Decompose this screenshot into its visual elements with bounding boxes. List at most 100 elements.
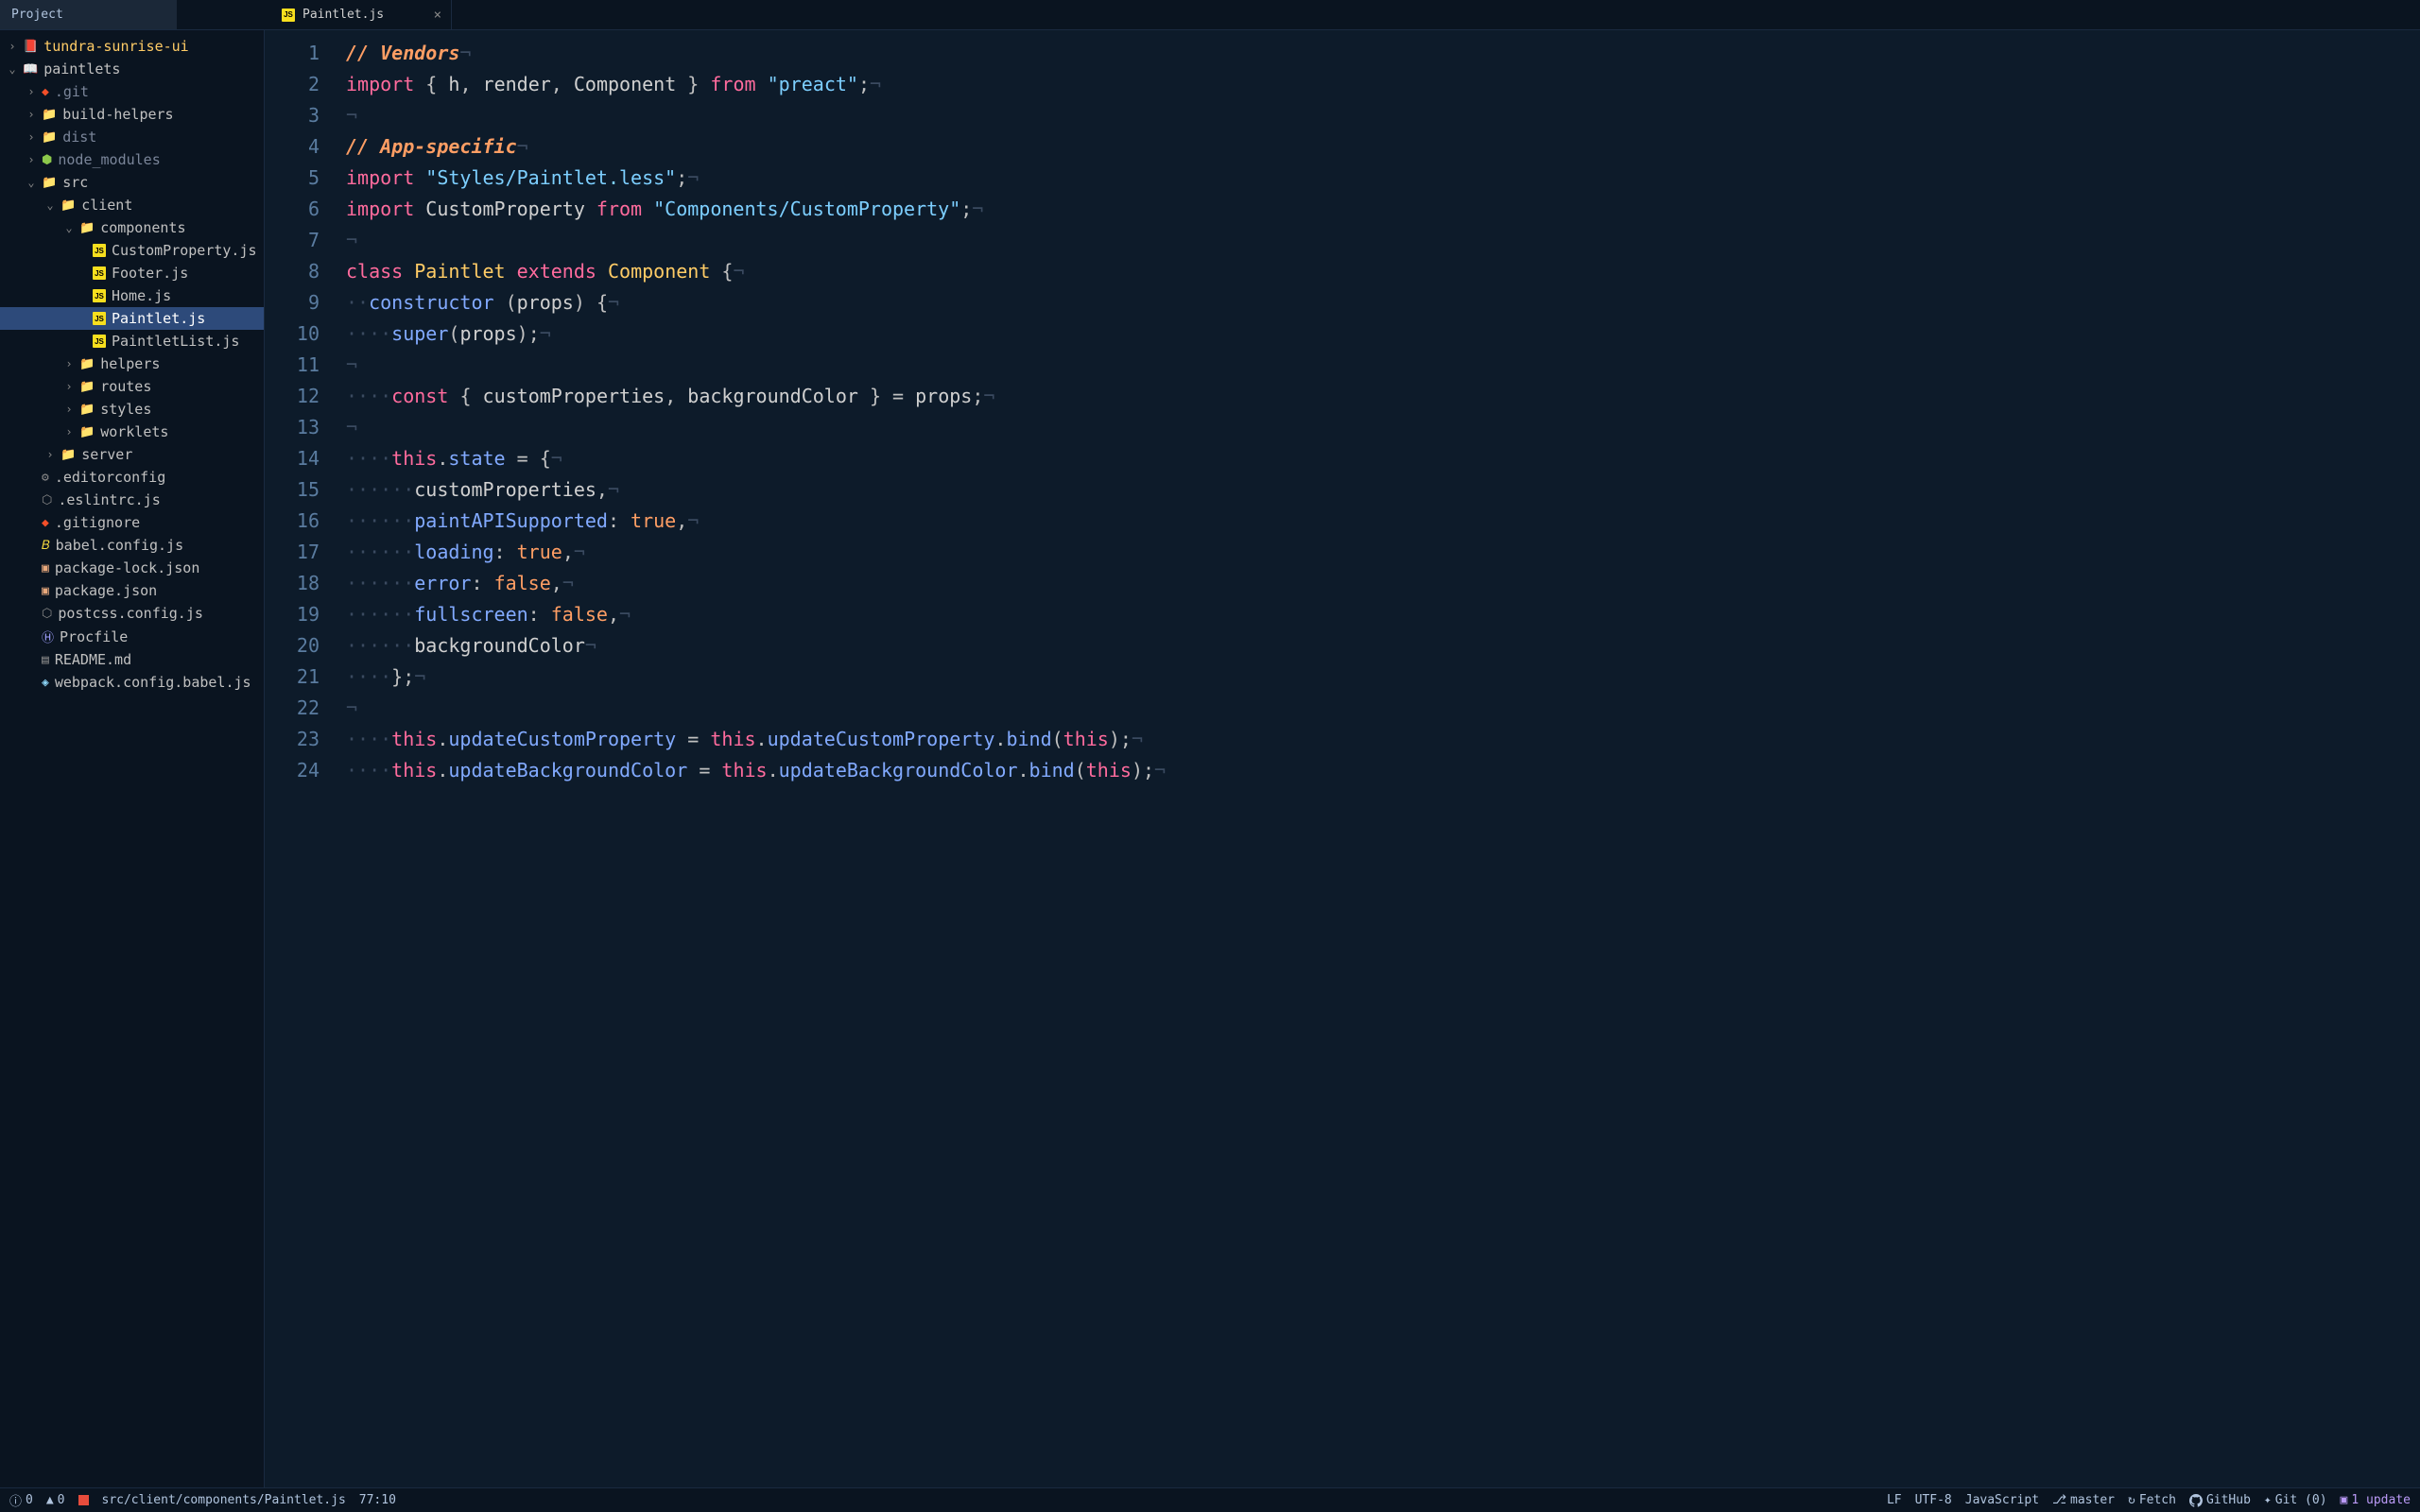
code-line[interactable]: ····this.state = {¬ [346, 443, 2420, 474]
line-number: 3 [265, 100, 320, 131]
file-tab-paintlet[interactable]: JS Paintlet.js × [272, 0, 452, 29]
code-line[interactable]: ······paintAPISupported: true,¬ [346, 506, 2420, 537]
warning-count: 0 [58, 1493, 65, 1507]
line-number: 16 [265, 506, 320, 537]
line-number: 9 [265, 287, 320, 318]
tree-file-postcss[interactable]: ⬡ postcss.config.js [0, 602, 264, 625]
tree-file-gitignore[interactable]: ◆ .gitignore [0, 511, 264, 534]
tree-file-home[interactable]: JS Home.js [0, 284, 264, 307]
tree-label: PaintletList.js [112, 333, 239, 350]
folder-icon: 📁 [60, 448, 76, 462]
code-editor[interactable]: 123456789101112131415161718192021222324 … [265, 30, 2420, 1487]
tree-file-footer[interactable]: JS Footer.js [0, 262, 264, 284]
line-number: 1 [265, 38, 320, 69]
tree-label: client [81, 197, 132, 214]
tree-label: .gitignore [55, 514, 140, 531]
code-line[interactable]: ······backgroundColor¬ [346, 630, 2420, 662]
tree-file-paintlet[interactable]: JS Paintlet.js [0, 307, 264, 330]
tree-folder-components[interactable]: ⌄ 📁 components [0, 216, 264, 239]
code-line[interactable]: ····super(props);¬ [346, 318, 2420, 350]
code-line[interactable]: ¬ [346, 350, 2420, 381]
code-line[interactable]: ····};¬ [346, 662, 2420, 693]
code-line[interactable]: ····this.updateBackgroundColor = this.up… [346, 755, 2420, 786]
code-line[interactable]: ¬ [346, 100, 2420, 131]
tree-file-readme[interactable]: ▤ README.md [0, 648, 264, 671]
tree-folder-worklets[interactable]: › 📁 worklets [0, 421, 264, 443]
tree-label: components [100, 219, 185, 236]
code-line[interactable]: import { h, render, Component } from "pr… [346, 69, 2420, 100]
code-line[interactable]: ····const { customProperties, background… [346, 381, 2420, 412]
line-number: 11 [265, 350, 320, 381]
status-warnings[interactable]: ▲ 0 [46, 1493, 65, 1507]
tree-root-paintlets[interactable]: ⌄ 📖 paintlets [0, 58, 264, 80]
tree-label: node_modules [58, 151, 160, 168]
tree-file-paintletlist[interactable]: JS PaintletList.js [0, 330, 264, 352]
code-line[interactable]: ······customProperties,¬ [346, 474, 2420, 506]
line-number: 2 [265, 69, 320, 100]
tree-file-editorconfig[interactable]: ⚙ .editorconfig [0, 466, 264, 489]
tree-file-babel-config[interactable]: 𝐵 babel.config.js [0, 534, 264, 557]
code-line[interactable]: // App-specific¬ [346, 131, 2420, 163]
code-line[interactable]: ······loading: true,¬ [346, 537, 2420, 568]
code-content[interactable]: // Vendors¬import { h, render, Component… [338, 30, 2420, 1487]
status-line-ending[interactable]: LF [1887, 1493, 1902, 1507]
tree-folder-node-modules[interactable]: › ⬢ node_modules [0, 148, 264, 171]
tree-label: tundra-sunrise-ui [43, 38, 189, 55]
tree-root-tundra[interactable]: › 📕 tundra-sunrise-ui [0, 35, 264, 58]
tree-folder-dist[interactable]: › 📁 dist [0, 126, 264, 148]
status-errors[interactable]: ⓘ 0 [9, 1491, 33, 1509]
status-cursor[interactable]: 77:10 [359, 1493, 396, 1507]
code-line[interactable]: import CustomProperty from "Components/C… [346, 194, 2420, 225]
status-fetch[interactable]: ↻ Fetch [2128, 1493, 2176, 1507]
chevron-right-icon: › [26, 85, 36, 98]
code-line[interactable]: ······error: false,¬ [346, 568, 2420, 599]
status-branch[interactable]: ⎇ master [2052, 1493, 2115, 1507]
tree-folder-client[interactable]: ⌄ 📁 client [0, 194, 264, 216]
tree-label: postcss.config.js [58, 605, 203, 622]
folder-icon: 📁 [79, 380, 95, 394]
line-number: 4 [265, 131, 320, 163]
code-line[interactable]: ¬ [346, 225, 2420, 256]
js-icon: JS [93, 289, 106, 302]
linter-indicator-icon[interactable] [78, 1495, 89, 1505]
tree-folder-helpers[interactable]: › 📁 helpers [0, 352, 264, 375]
code-line[interactable]: // Vendors¬ [346, 38, 2420, 69]
code-line[interactable]: ··constructor (props) {¬ [346, 287, 2420, 318]
tree-file-package-json[interactable]: ▣ package.json [0, 579, 264, 602]
status-filepath[interactable]: src/client/components/Paintlet.js [102, 1493, 346, 1507]
tree-label: .eslintrc.js [58, 491, 160, 508]
tree-folder-routes[interactable]: › 📁 routes [0, 375, 264, 398]
status-bar: ⓘ 0 ▲ 0 src/client/components/Paintlet.j… [0, 1487, 2420, 1512]
code-line[interactable]: class Paintlet extends Component {¬ [346, 256, 2420, 287]
folder-icon: 📁 [79, 425, 95, 439]
tree-folder-src[interactable]: ⌄ 📁 src [0, 171, 264, 194]
status-updates[interactable]: ▣ 1 update [2341, 1493, 2411, 1507]
tree-label: package-lock.json [55, 559, 200, 576]
status-github[interactable]: GitHub [2189, 1493, 2251, 1507]
chevron-right-icon: › [64, 357, 74, 370]
tree-folder-server[interactable]: › 📁 server [0, 443, 264, 466]
tree-label: styles [100, 401, 151, 418]
project-panel-tab[interactable]: Project [0, 0, 178, 29]
status-git[interactable]: ✦ Git (0) [2264, 1493, 2327, 1507]
status-language[interactable]: JavaScript [1965, 1493, 2039, 1507]
code-line[interactable]: ······fullscreen: false,¬ [346, 599, 2420, 630]
tree-folder-git[interactable]: › ◆ .git [0, 80, 264, 103]
code-line[interactable]: ····this.updateCustomProperty = this.upd… [346, 724, 2420, 755]
line-number: 5 [265, 163, 320, 194]
close-icon[interactable]: × [434, 8, 441, 23]
tree-file-procfile[interactable]: Ⓗ Procfile [0, 625, 264, 648]
error-icon: ⓘ [9, 1491, 22, 1509]
tree-folder-styles[interactable]: › 📁 styles [0, 398, 264, 421]
tree-file-eslintrc[interactable]: ⬡ .eslintrc.js [0, 489, 264, 511]
tree-file-webpack[interactable]: ◈ webpack.config.babel.js [0, 671, 264, 694]
code-line[interactable]: ¬ [346, 693, 2420, 724]
tree-file-customproperty[interactable]: JS CustomProperty.js [0, 239, 264, 262]
file-path: src/client/components/Paintlet.js [102, 1493, 346, 1507]
status-encoding[interactable]: UTF-8 [1915, 1493, 1952, 1507]
code-line[interactable]: import "Styles/Paintlet.less";¬ [346, 163, 2420, 194]
code-line[interactable]: ¬ [346, 412, 2420, 443]
tree-label: .git [55, 83, 89, 100]
tree-folder-build-helpers[interactable]: › 📁 build-helpers [0, 103, 264, 126]
tree-file-package-lock[interactable]: ▣ package-lock.json [0, 557, 264, 579]
